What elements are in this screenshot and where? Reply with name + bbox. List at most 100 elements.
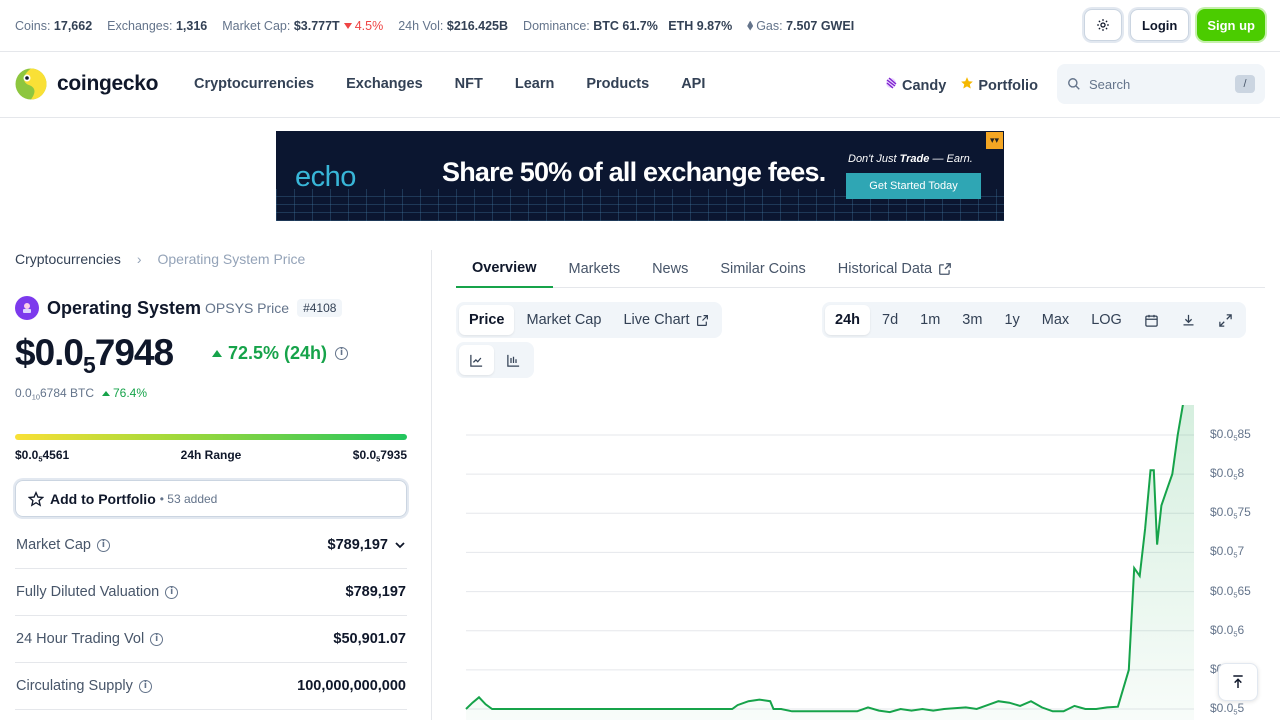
btc-price: 0.0106784 BTC 76.4% <box>15 386 148 402</box>
y-tick-label: $0.055 <box>1210 701 1245 717</box>
info-icon[interactable]: i <box>150 632 164 646</box>
info-icon[interactable]: i <box>96 538 110 552</box>
ad-banner[interactable]: echo Share 50% of all exchange fees. Don… <box>276 131 1004 221</box>
chart-range-toggle: 24h 7d 1m 3m 1y Max LOG <box>822 302 1246 338</box>
tab-overview[interactable]: Overview <box>456 250 553 288</box>
breadcrumb-cryptocurrencies[interactable]: Cryptocurrencies <box>15 251 121 267</box>
market-cap-value[interactable]: $789,197 <box>328 537 406 553</box>
tab-news[interactable]: News <box>636 250 704 288</box>
ad-brand: echo <box>295 161 356 193</box>
range-1m[interactable]: 1m <box>910 305 950 335</box>
live-chart-link[interactable]: Live Chart <box>613 305 718 335</box>
brand-name: coingecko <box>57 72 159 95</box>
ad-cta-button[interactable]: Get Started Today <box>846 173 981 199</box>
chevron-down-icon <box>395 542 405 549</box>
price-line <box>465 405 1184 714</box>
calendar-button[interactable] <box>1134 305 1169 335</box>
stat-row-fdv: Fully Diluted Valuation i $789,197 <box>15 569 407 616</box>
y-tick-label: $0.0585 <box>1210 427 1251 443</box>
search-shortcut-hint: / <box>1235 75 1255 93</box>
tab-similar-coins[interactable]: Similar Coins <box>704 250 821 288</box>
scroll-to-top-button[interactable] <box>1218 663 1258 701</box>
download-button[interactable] <box>1171 305 1206 335</box>
exchanges-stat[interactable]: Exchanges: 1,316 <box>107 19 207 33</box>
caret-up-icon <box>102 390 110 396</box>
nav-item-exchanges[interactable]: Exchanges <box>346 76 423 92</box>
range-7d[interactable]: 7d <box>872 305 908 335</box>
info-icon[interactable]: i <box>335 347 349 360</box>
coins-stat[interactable]: Coins: 17,662 <box>15 19 92 33</box>
candlestick-icon <box>507 354 520 367</box>
gecko-logo-icon <box>15 68 47 100</box>
breadcrumb: Cryptocurrencies › Operating System Pric… <box>15 251 305 267</box>
download-icon <box>1183 314 1194 325</box>
global-stats-bar: Coins: 17,662 Exchanges: 1,316 Market Ca… <box>0 0 1280 52</box>
tab-markets[interactable]: Markets <box>553 250 637 288</box>
portfolio-count: • 53 added <box>159 491 218 506</box>
rank-badge: #4108 <box>297 299 343 317</box>
info-icon[interactable]: i <box>138 679 152 693</box>
range-low: $0.054561 <box>15 448 70 464</box>
info-icon[interactable]: i <box>165 585 179 599</box>
caret-up-icon <box>212 350 222 357</box>
gas-stat[interactable]: Gas: 7.507 GWEI <box>747 19 854 33</box>
chart-style-toggle <box>456 342 534 378</box>
price-range-labels: $0.054561 24h Range $0.057935 <box>15 448 407 464</box>
calendar-icon <box>1145 314 1158 327</box>
gear-icon <box>1097 19 1109 31</box>
login-button[interactable]: Login <box>1129 9 1190 41</box>
main-nav: coingecko Cryptocurrencies Exchanges NFT… <box>0 52 1280 118</box>
price-change-24h: 72.5% (24h) i <box>212 343 349 364</box>
candy-link[interactable]: Candy <box>884 76 946 94</box>
price-chart[interactable] <box>456 405 1265 720</box>
ad-headline: Share 50% of all exchange fees. <box>442 157 826 187</box>
y-tick-label: $0.0565 <box>1210 583 1251 600</box>
price-range-bar <box>15 434 407 440</box>
line-chart-button[interactable] <box>459 345 494 375</box>
chart-type-toggle: Price Market Cap Live Chart <box>456 302 722 338</box>
chart-market-cap-option[interactable]: Market Cap <box>516 305 611 335</box>
nav-item-api[interactable]: API <box>681 76 705 92</box>
external-link-icon <box>696 314 708 326</box>
range-max[interactable]: Max <box>1032 305 1079 335</box>
market-cap-stat[interactable]: Market Cap: $3.777T 4.5% <box>222 19 383 33</box>
external-link-icon <box>939 263 951 275</box>
candy-icon <box>884 76 898 94</box>
stat-row-volume: 24 Hour Trading Vol i $50,901.07 <box>15 616 407 663</box>
range-label: 24h Range <box>180 448 242 462</box>
search-input[interactable]: Search / <box>1057 64 1265 104</box>
price-area <box>466 405 1194 720</box>
nav-item-nft[interactable]: NFT <box>455 76 483 92</box>
portfolio-link[interactable]: Portfolio <box>960 76 1038 94</box>
search-icon <box>1068 78 1080 90</box>
volume-stat[interactable]: 24h Vol: $216.425B <box>398 19 508 33</box>
ad-tagline: Don't Just Trade — Earn. <box>848 153 973 165</box>
chart-price-option[interactable]: Price <box>459 305 515 335</box>
range-1y[interactable]: 1y <box>994 305 1029 335</box>
add-to-portfolio-button[interactable]: Add to Portfolio • 53 added <box>15 480 407 517</box>
breadcrumb-current: Operating System Price <box>157 251 306 267</box>
coin-logo-icon <box>15 296 39 320</box>
coingecko-logo[interactable]: coingecko <box>15 68 158 100</box>
nav-menu: Cryptocurrencies Exchanges NFT Learn Pro… <box>194 76 705 92</box>
fullscreen-button[interactable] <box>1208 305 1243 335</box>
signup-button[interactable]: Sign up <box>1197 9 1265 41</box>
ad-close-icon[interactable]: ▾▾ <box>986 132 1003 149</box>
tab-historical-data[interactable]: Historical Data <box>822 250 968 288</box>
stat-row-market-cap: Market Cap i $789,197 <box>15 522 407 569</box>
candlestick-chart-button[interactable] <box>496 345 531 375</box>
star-outline-icon <box>28 490 44 507</box>
coin-name: Operating System <box>47 297 202 318</box>
range-3m[interactable]: 3m <box>952 305 992 335</box>
settings-button[interactable] <box>1083 9 1122 41</box>
line-chart-icon <box>470 354 483 367</box>
range-24h[interactable]: 24h <box>825 305 870 335</box>
y-tick-label: $0.056 <box>1210 622 1245 639</box>
log-scale-toggle[interactable]: LOG <box>1081 305 1132 335</box>
nav-item-learn[interactable]: Learn <box>515 76 555 92</box>
y-tick-label: $0.057 <box>1210 544 1245 561</box>
stats-table: Market Cap i $789,197 Fully Diluted Valua… <box>15 522 407 710</box>
dominance-stat[interactable]: Dominance: BTC 61.7% ETH 9.87% <box>523 19 732 33</box>
nav-item-products[interactable]: Products <box>586 76 649 92</box>
nav-item-cryptocurrencies[interactable]: Cryptocurrencies <box>194 76 314 92</box>
